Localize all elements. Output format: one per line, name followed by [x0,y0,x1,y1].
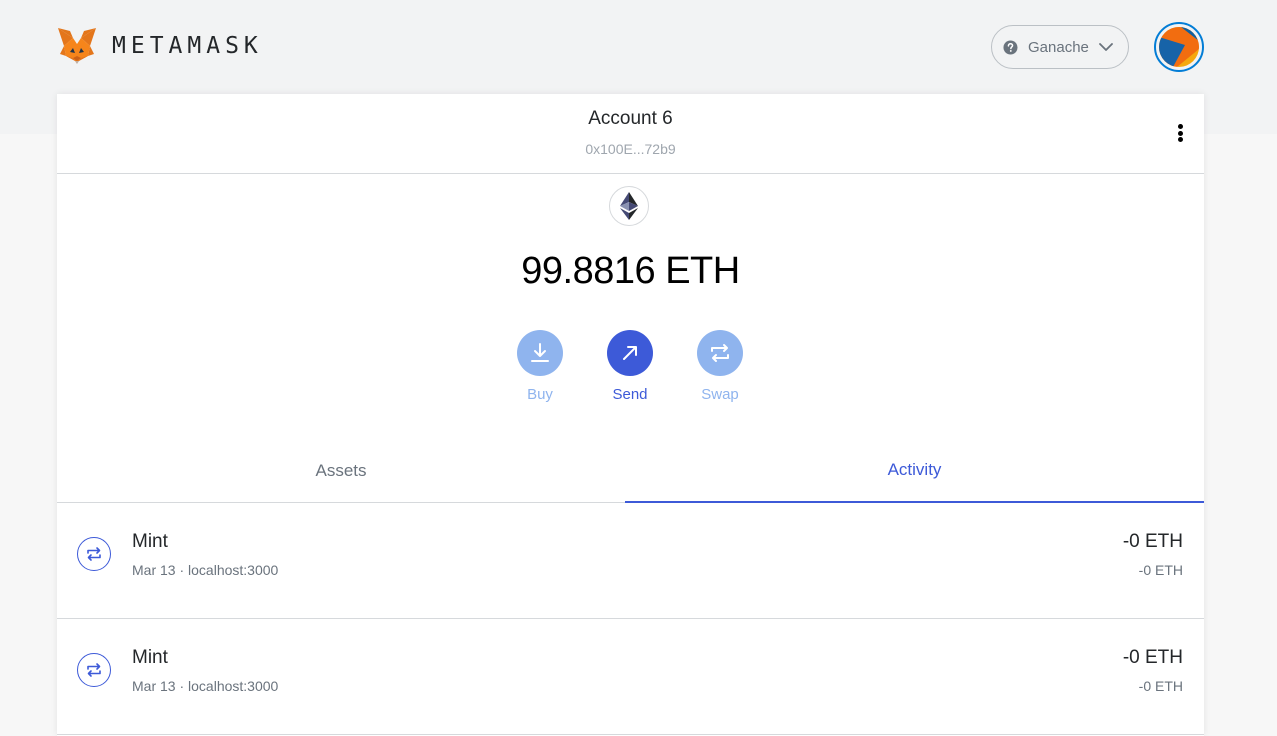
account-bar: Account 6 0x100E...72b9 [57,94,1204,174]
activity-origin: localhost:3000 [188,562,279,578]
activity-title: Mint [132,531,168,552]
app-header: METAMASK Ganache [0,0,1277,94]
activity-amount: -0 ETH [1122,647,1183,668]
buy-label: Buy [527,386,553,403]
network-label: Ganache [1028,38,1089,56]
activity-amount-secondary: -0 ETH [1138,562,1183,578]
account-address[interactable]: 0x100E...72b9 [57,141,1204,157]
activity-item[interactable]: Mint Mar 13 · localhost:3000 -0 ETH -0 E… [57,619,1204,735]
ethereum-icon [609,186,649,226]
send-button[interactable]: Send [600,330,660,403]
tab-assets[interactable]: Assets [57,439,625,503]
eth-balance: 99.8816 ETH [521,250,740,292]
account-name[interactable]: Account 6 [57,108,1204,130]
network-selector[interactable]: Ganache [991,25,1129,69]
activity-amount-secondary: -0 ETH [1138,678,1183,694]
account-avatar[interactable] [1154,22,1204,72]
separator-dot: · [179,562,189,578]
buy-button[interactable]: Buy [510,330,570,403]
interaction-icon [77,537,111,571]
activity-date: Mar 13 [132,562,176,578]
tab-activity[interactable]: Activity [625,439,1204,503]
wallet-card: Account 6 0x100E...72b9 99.8816 ETH Buy [57,94,1204,736]
question-circle-icon [1003,39,1018,55]
fox-icon [58,28,96,64]
wallet-actions: Buy Send Swap [57,330,1204,410]
account-options-menu-icon[interactable] [1171,122,1189,144]
activity-item[interactable]: Mint Mar 13 · localhost:3000 -0 ETH -0 E… [57,503,1204,619]
buy-icon [517,330,563,376]
identicon [1159,27,1199,67]
wallet-tabs: Assets Activity [57,439,1204,503]
activity-origin: localhost:3000 [188,678,279,694]
swap-icon [697,330,743,376]
swap-button[interactable]: Swap [690,330,750,403]
interaction-icon [77,653,111,687]
metamask-logo[interactable]: METAMASK [56,26,263,66]
metamask-wordmark: METAMASK [112,33,263,59]
arrow-up-right-icon [607,330,653,376]
activity-list: Mint Mar 13 · localhost:3000 -0 ETH -0 E… [57,503,1204,735]
chevron-down-icon [1098,42,1113,52]
activity-title: Mint [132,647,168,668]
separator-dot: · [179,678,189,694]
activity-subtitle: Mar 13 · localhost:3000 [132,678,278,694]
activity-date: Mar 13 [132,678,176,694]
activity-amount: -0 ETH [1122,531,1183,552]
swap-label: Swap [701,386,739,403]
activity-subtitle: Mar 13 · localhost:3000 [132,562,278,578]
send-label: Send [612,386,648,403]
